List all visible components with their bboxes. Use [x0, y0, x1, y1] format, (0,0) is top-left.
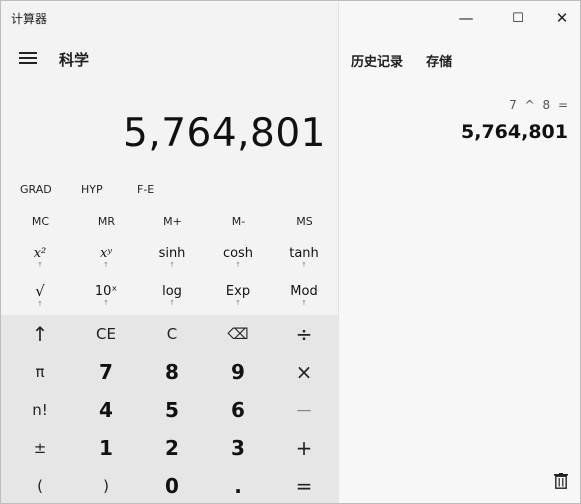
digit-5-button[interactable]: 5	[139, 391, 205, 429]
tab-memory[interactable]: 存储	[426, 55, 452, 70]
subtract-button[interactable]: —	[271, 391, 337, 429]
memory-row: MC MR M+ M- MS	[1, 209, 338, 235]
result-display: 5,764,801	[123, 111, 326, 156]
maximize-button[interactable]: ☐	[495, 1, 541, 35]
digit-2-button[interactable]: 2	[139, 429, 205, 467]
shift-indicator: ↑	[37, 260, 43, 269]
pi-button[interactable]: π	[7, 353, 73, 391]
memory-recall-button[interactable]: MR	[73, 209, 140, 235]
shift-button[interactable]: ↑	[7, 315, 73, 353]
close-paren-button[interactable]: )	[73, 467, 139, 503]
digit-6-button[interactable]: 6	[205, 391, 271, 429]
log-label: log	[162, 283, 182, 299]
shift-indicator: ↑	[169, 298, 175, 307]
shift-indicator: ↑	[103, 260, 109, 269]
ten-power-button[interactable]: 10ˣ ↑	[73, 277, 139, 313]
add-button[interactable]: +	[271, 429, 337, 467]
shift-indicator: ↑	[37, 300, 43, 308]
mode-title: 科学	[59, 51, 90, 69]
shift-indicator: ↑	[301, 298, 307, 307]
exp-button[interactable]: Exp ↑	[205, 277, 271, 313]
exp-label: Exp	[225, 283, 251, 299]
fe-button[interactable]: F-E	[137, 183, 154, 196]
close-button[interactable]: ✕	[539, 1, 580, 35]
keypad: ↑ CE C ⌫ ÷ π 7 8 9 × n! 4 5 6 — ± 1 2 3 …	[1, 315, 338, 503]
square-button[interactable]: x² ↑	[7, 239, 73, 275]
minimize-button[interactable]: —	[443, 1, 489, 35]
memory-store-button[interactable]: MS	[271, 209, 338, 235]
shift-indicator: ↑	[301, 260, 307, 269]
digit-8-button[interactable]: 8	[139, 353, 205, 391]
clear-button[interactable]: C	[139, 315, 205, 353]
sinh-button[interactable]: sinh ↑	[139, 239, 205, 275]
mod-label: Mod	[290, 283, 318, 299]
cosh-label: cosh	[222, 245, 254, 261]
digit-4-button[interactable]: 4	[73, 391, 139, 429]
power-label: xʸ	[100, 245, 112, 261]
shift-indicator: ↑	[235, 260, 241, 269]
divide-button[interactable]: ÷	[271, 315, 337, 353]
history-result[interactable]: 5,764,801	[461, 121, 568, 143]
power-button[interactable]: xʸ ↑	[73, 239, 139, 275]
backspace-button[interactable]: ⌫	[205, 315, 271, 353]
square-root-label: √	[35, 282, 45, 300]
cosh-button[interactable]: cosh ↑	[205, 239, 271, 275]
factorial-button[interactable]: n!	[7, 391, 73, 429]
negate-button[interactable]: ±	[7, 429, 73, 467]
shift-indicator: ↑	[169, 260, 175, 269]
tanh-label: tanh	[289, 245, 319, 261]
equals-button[interactable]: =	[271, 467, 337, 503]
history-expression[interactable]: 7 ^ 8 =	[509, 98, 568, 112]
trash-icon[interactable]	[554, 473, 568, 489]
digit-9-button[interactable]: 9	[205, 353, 271, 391]
unit-row: GRAD HYP F-E	[1, 183, 338, 207]
clear-entry-button[interactable]: CE	[73, 315, 139, 353]
memory-clear-button[interactable]: MC	[7, 209, 74, 235]
hamburger-icon[interactable]	[19, 49, 41, 65]
memory-subtract-button[interactable]: M-	[205, 209, 272, 235]
log-button[interactable]: log ↑	[139, 277, 205, 313]
digit-7-button[interactable]: 7	[73, 353, 139, 391]
decimal-button[interactable]: .	[205, 467, 271, 503]
calculator-window: 计算器 科学 5,764,801 GRAD HYP F-E MC MR M+ M…	[0, 0, 581, 504]
shift-indicator: ↑	[235, 298, 241, 307]
shift-indicator: ↑	[103, 298, 109, 307]
open-paren-button[interactable]: (	[7, 467, 73, 503]
square-root-button[interactable]: √ ↑	[7, 277, 73, 313]
history-tabs: 历史记录 存储	[351, 51, 470, 70]
calculator-panel: 计算器 科学 5,764,801 GRAD HYP F-E MC MR M+ M…	[1, 1, 338, 503]
tanh-button[interactable]: tanh ↑	[271, 239, 337, 275]
digit-1-button[interactable]: 1	[73, 429, 139, 467]
memory-add-button[interactable]: M+	[139, 209, 206, 235]
ten-power-label: 10ˣ	[94, 283, 118, 299]
tab-history[interactable]: 历史记录	[351, 55, 403, 70]
multiply-button[interactable]: ×	[271, 353, 337, 391]
history-panel: — ☐ ✕ 历史记录 存储 7 ^ 8 = 5,764,801	[338, 1, 580, 503]
digit-0-button[interactable]: 0	[139, 467, 205, 503]
angle-unit-button[interactable]: GRAD	[20, 183, 52, 196]
hyp-button[interactable]: HYP	[81, 183, 103, 196]
digit-3-button[interactable]: 3	[205, 429, 271, 467]
mod-button[interactable]: Mod ↑	[271, 277, 337, 313]
app-title: 计算器	[11, 12, 48, 26]
square-label: x²	[33, 245, 47, 261]
sinh-label: sinh	[158, 245, 186, 261]
